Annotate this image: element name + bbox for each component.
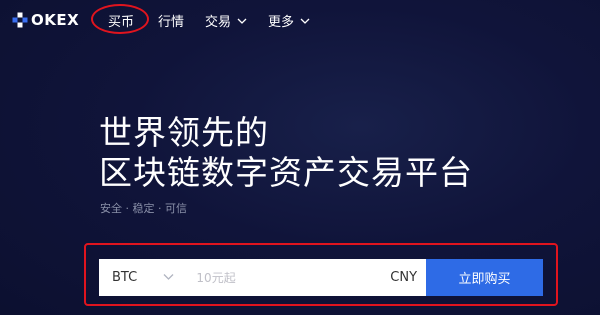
red-circle-annotation: [91, 4, 149, 34]
nav-item-label: 更多: [268, 15, 295, 30]
logo-text: OKEX: [31, 11, 80, 29]
chevron-down-icon: [237, 18, 247, 24]
nav-item-market[interactable]: 行情: [158, 11, 184, 30]
nav-item-label: 交易: [205, 15, 232, 30]
hero-title-line-1: 世界领先的: [99, 113, 269, 152]
quick-buy-bar: BTC CNY 立即购买: [99, 259, 544, 296]
page: OKEX 买币 行情 交易 更多 世界领先的 区块链数字资产交易平台 安全 · …: [0, 0, 600, 315]
coin-select[interactable]: BTC: [99, 259, 182, 296]
nav-item-trade[interactable]: 交易: [205, 11, 247, 30]
nav-item-label: 行情: [158, 15, 185, 30]
okex-logo[interactable]: OKEX: [12, 10, 79, 30]
buy-now-button[interactable]: 立即购买: [425, 259, 544, 296]
currency-label: CNY: [390, 270, 418, 285]
coin-select-value: BTC: [112, 270, 138, 285]
amount-input[interactable]: [182, 259, 391, 296]
hero-title-line-2: 区块链数字资产交易平台: [99, 153, 473, 192]
top-navbar: OKEX 买币 行情 交易 更多: [0, 0, 600, 40]
chevron-down-icon: [300, 18, 310, 24]
nav-item-more[interactable]: 更多: [268, 11, 310, 30]
okex-logo-icon: [12, 12, 28, 28]
hero-subtitle: 安全 · 稳定 · 可信: [100, 202, 187, 215]
chevron-down-icon: [163, 274, 174, 280]
hero-title: 世界领先的 区块链数字资产交易平台: [99, 113, 473, 193]
